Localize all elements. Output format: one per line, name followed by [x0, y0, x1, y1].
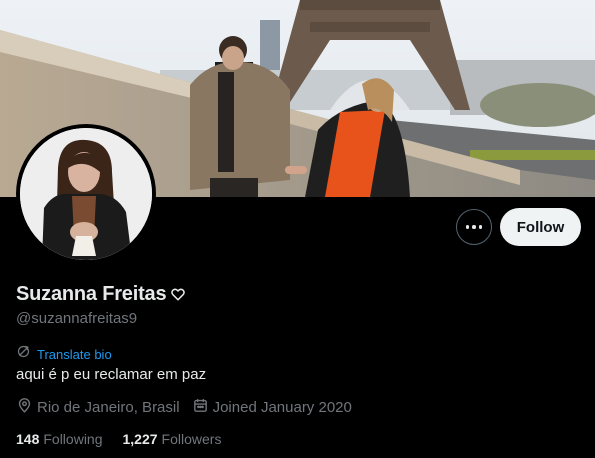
location-pin-icon	[16, 397, 33, 418]
more-dots-icon	[465, 225, 483, 229]
joined-item: Joined January 2020	[192, 397, 352, 418]
joined-text: Joined January 2020	[212, 399, 352, 416]
user-handle: @suzannafreitas9	[16, 310, 138, 327]
profile-stats: 148 Following 1,227 Followers	[16, 431, 221, 447]
following-count: 148	[16, 431, 40, 447]
followers-count: 1,227	[122, 431, 158, 447]
profile-page: Follow Suzanna Freitas @suzannafreitas9 …	[0, 0, 595, 458]
heart-outline-icon	[170, 287, 186, 303]
profile-bio: aqui é p eu reclamar em paz	[16, 366, 207, 383]
following-link[interactable]: 148 Following	[16, 431, 103, 447]
following-label: Following	[43, 431, 103, 447]
translate-bio-label[interactable]: Translate bio	[37, 347, 112, 362]
avatar-portrait	[20, 128, 152, 260]
follow-button[interactable]: Follow	[500, 208, 581, 246]
profile-meta: Rio de Janeiro, Brasil Joined January 20…	[16, 397, 352, 418]
profile-avatar[interactable]	[16, 124, 156, 264]
display-name: Suzanna Freitas	[16, 283, 167, 305]
followers-label: Followers	[161, 431, 222, 447]
location-text: Rio de Janeiro, Brasil	[37, 399, 180, 416]
avatar-photo	[20, 128, 152, 260]
followers-link[interactable]: 1,227 Followers	[123, 431, 222, 447]
more-options-button[interactable]	[456, 209, 492, 245]
calendar-icon	[192, 397, 209, 418]
location-item: Rio de Janeiro, Brasil	[16, 397, 180, 418]
translate-bio-link[interactable]: Translate bio	[16, 344, 112, 364]
display-name-row: Suzanna Freitas	[16, 283, 186, 306]
translate-icon	[16, 344, 31, 364]
